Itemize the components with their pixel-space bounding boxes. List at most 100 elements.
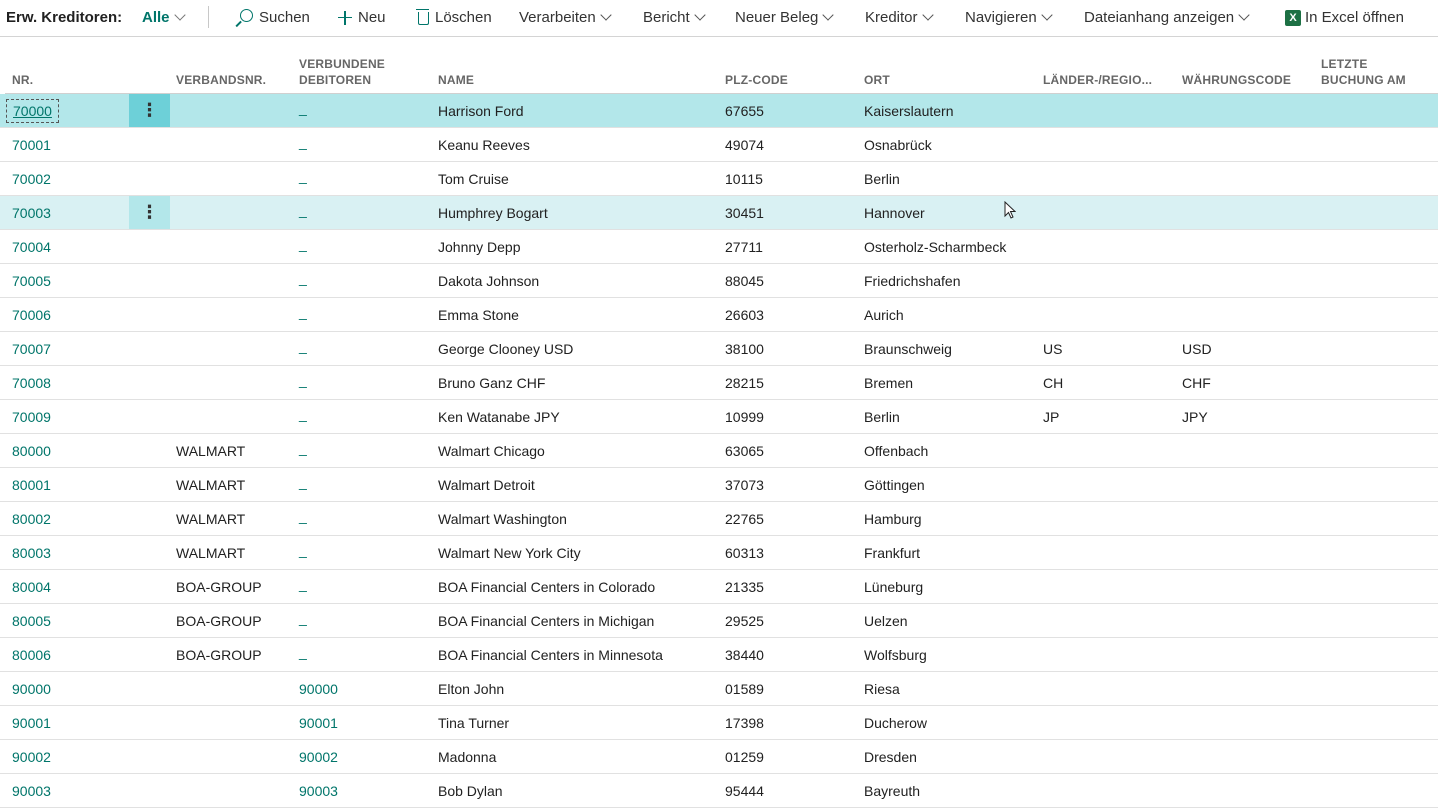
column-header-verbandsnr[interactable]: VERBANDSNR.	[176, 48, 266, 88]
table-row[interactable]: 70006 _ Emma Stone 26603 Aurich	[0, 298, 1438, 332]
table-row[interactable]: 70007 _ George Clooney USD 38100 Braunschwei…	[0, 332, 1438, 366]
vendor-number-link[interactable]: 70002	[12, 171, 51, 187]
cell-plz: 22765	[725, 511, 764, 527]
search-button[interactable]: Suchen	[240, 9, 310, 26]
table-row[interactable]: 80005 BOA-GROUP _ BOA Financial Centers in …	[0, 604, 1438, 638]
table-row[interactable]: 80000 WALMART _ Walmart Chicago 63065 Offenba…	[0, 434, 1438, 468]
view-filter-dropdown[interactable]: Alle	[142, 9, 186, 26]
linked-customer-link[interactable]: 90001	[299, 715, 338, 731]
linked-customer-link[interactable]: _	[299, 304, 307, 320]
vendor-number-link[interactable]: 70000	[6, 99, 59, 123]
linked-customer-link[interactable]: _	[299, 236, 307, 252]
table-row[interactable]: 70001 _ Keanu Reeves 49074 Osnabrück	[0, 128, 1438, 162]
open-in-excel-label: In Excel öffnen	[1305, 9, 1404, 26]
row-actions-icon[interactable]: ⋮	[129, 196, 170, 229]
vendor-number-link[interactable]: 70006	[12, 307, 51, 323]
cell-ort: Ducherow	[864, 715, 928, 731]
cell-ort: Berlin	[864, 409, 900, 425]
cell-ort: Osnabrück	[864, 137, 932, 153]
table-row[interactable]: 80002 WALMART _ Walmart Washington 22765 Hamb…	[0, 502, 1438, 536]
table-row[interactable]: 70009 _ Ken Watanabe JPY 10999 Berlin JP JPY	[0, 400, 1438, 434]
new-button[interactable]: Neu	[338, 9, 386, 26]
open-in-excel-button[interactable]: X In Excel öffnen	[1285, 9, 1404, 26]
table-row[interactable]: 80006 BOA-GROUP _ BOA Financial Centers in …	[0, 638, 1438, 672]
cell-plz: 26603	[725, 307, 764, 323]
table-row[interactable]: 90000 90000 Elton John 01589 Riesa	[0, 672, 1438, 706]
vendor-number-link[interactable]: 70004	[12, 239, 51, 255]
cell-name: Elton John	[438, 681, 505, 697]
table-row[interactable]: 90003 90003 Bob Dylan 95444 Bayreuth	[0, 774, 1438, 808]
cell-ort: Lüneburg	[864, 579, 924, 595]
linked-customer-link[interactable]: _	[299, 134, 307, 150]
vendor-number-link[interactable]: 70003	[12, 205, 51, 221]
process-menu[interactable]: Verarbeiten	[519, 9, 612, 26]
chevron-down-icon	[1238, 9, 1250, 21]
table-row[interactable]: 90002 90002 Madonna 01259 Dresden	[0, 740, 1438, 774]
vendor-number-link[interactable]: 80000	[12, 443, 51, 459]
row-actions-icon[interactable]: ⋮	[129, 94, 170, 127]
vendor-number-link[interactable]: 80003	[12, 545, 51, 561]
vendor-number-link[interactable]: 70007	[12, 341, 51, 357]
linked-customer-link[interactable]: _	[299, 338, 307, 354]
navigate-menu[interactable]: Navigieren	[965, 9, 1053, 26]
vendor-number-link[interactable]: 90000	[12, 681, 51, 697]
vendor-number-link[interactable]: 70005	[12, 273, 51, 289]
cell-verbandsnr: BOA-GROUP	[176, 613, 262, 629]
column-header-verbandsnr-label: VERBANDSNR.	[176, 73, 267, 87]
linked-customer-link[interactable]: 90002	[299, 749, 338, 765]
linked-customer-link[interactable]: _	[299, 372, 307, 388]
linked-customer-link[interactable]: _	[299, 542, 307, 558]
linked-customer-link[interactable]: _	[299, 610, 307, 626]
column-header-verbundene-debitoren[interactable]: VERBUNDENE DEBITOREN	[299, 48, 385, 88]
vendor-number-link[interactable]: 90003	[12, 783, 51, 799]
vendor-number-link[interactable]: 70008	[12, 375, 51, 391]
linked-customer-link[interactable]: _	[299, 644, 307, 660]
column-header-waehrung[interactable]: WÄHRUNGSCODE	[1182, 48, 1291, 88]
vendor-number-link[interactable]: 70009	[12, 409, 51, 425]
column-header-land[interactable]: LÄNDER-/REGIO...	[1043, 48, 1152, 88]
new-document-menu[interactable]: Neuer Beleg	[735, 9, 835, 26]
linked-customer-link[interactable]: _	[299, 508, 307, 524]
linked-customer-link[interactable]: _	[299, 202, 307, 218]
cell-ort: Bayreuth	[864, 783, 921, 799]
vendor-number-link[interactable]: 80006	[12, 647, 51, 663]
report-menu[interactable]: Bericht	[643, 9, 706, 26]
table-row[interactable]: 70005 _ Dakota Johnson 88045 Friedrichshafen	[0, 264, 1438, 298]
vendor-number-link[interactable]: 90001	[12, 715, 51, 731]
table-row[interactable]: 70004 _ Johnny Depp 27711 Osterholz-Scharmbe…	[0, 230, 1438, 264]
linked-customer-link[interactable]: _	[299, 576, 307, 592]
column-header-ort[interactable]: ORT	[864, 48, 890, 88]
table-row[interactable]: 70002 _ Tom Cruise 10115 Berlin	[0, 162, 1438, 196]
linked-customer-link[interactable]: 90000	[299, 681, 338, 697]
linked-customer-link[interactable]: _	[299, 406, 307, 422]
table-row[interactable]: 80001 WALMART _ Walmart Detroit 37073 Götting…	[0, 468, 1438, 502]
column-header-letzte-buchung[interactable]: LETZTE BUCHUNG AM	[1321, 48, 1406, 88]
vendor-number-link[interactable]: 80004	[12, 579, 51, 595]
column-header-plz[interactable]: PLZ-CODE	[725, 48, 788, 88]
vendor-number-link[interactable]: 80005	[12, 613, 51, 629]
table-row[interactable]: 90001 90001 Tina Turner 17398 Ducherow	[0, 706, 1438, 740]
table-row[interactable]: 70000 ⋮ _ Harrison Ford 67655 Kaiserslautern	[0, 94, 1438, 128]
table-row[interactable]: 80004 BOA-GROUP _ BOA Financial Centers in …	[0, 570, 1438, 604]
table-row[interactable]: 80003 WALMART _ Walmart New York City 60313 F…	[0, 536, 1438, 570]
linked-customer-link[interactable]: _	[299, 270, 307, 286]
table-row[interactable]: 70008 _ Bruno Ganz CHF 28215 Bremen CH CHF	[0, 366, 1438, 400]
vendor-number-link[interactable]: 70001	[12, 137, 51, 153]
linked-customer-link[interactable]: _	[299, 100, 307, 116]
vendor-number-link[interactable]: 90002	[12, 749, 51, 765]
column-header-name[interactable]: NAME	[438, 48, 474, 88]
column-header-nr[interactable]: NR.	[12, 48, 33, 88]
table-row[interactable]: 70003 ⋮ _ Humphrey Bogart 30451 Hannover	[0, 196, 1438, 230]
vendor-menu[interactable]: Kreditor	[865, 9, 934, 26]
cell-ort: Wolfsburg	[864, 647, 927, 663]
linked-customer-link[interactable]: _	[299, 168, 307, 184]
linked-customer-link[interactable]: _	[299, 440, 307, 456]
show-attachments-menu[interactable]: Dateianhang anzeigen	[1084, 9, 1250, 26]
linked-customer-link[interactable]: 90003	[299, 783, 338, 799]
delete-button[interactable]: Löschen	[416, 9, 492, 26]
column-header-debitoren-line1: VERBUNDENE	[299, 57, 386, 71]
vendor-number-link[interactable]: 80001	[12, 477, 51, 493]
linked-customer-link[interactable]: _	[299, 474, 307, 490]
cell-name: Emma Stone	[438, 307, 519, 323]
vendor-number-link[interactable]: 80002	[12, 511, 51, 527]
